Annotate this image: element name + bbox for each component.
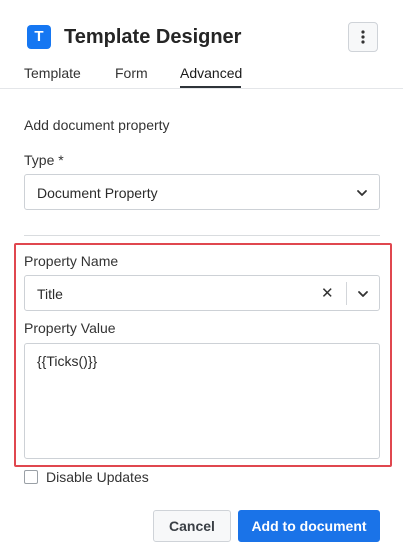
kebab-vertical-icon — [361, 30, 365, 44]
combobox-separator — [346, 282, 347, 305]
type-select-value: Document Property — [37, 185, 158, 201]
header: T Template Designer — [0, 0, 403, 58]
property-value-label: Property Value — [24, 320, 116, 336]
cancel-button[interactable]: Cancel — [153, 510, 231, 542]
property-value-text: {{Ticks()}} — [37, 353, 98, 369]
tab-advanced[interactable]: Advanced — [180, 64, 242, 82]
tab-bar: Template Form Advanced — [0, 58, 403, 89]
property-name-label: Property Name — [24, 253, 119, 269]
tab-template[interactable]: Template — [24, 64, 81, 82]
add-to-document-button[interactable]: Add to document — [238, 510, 380, 542]
chevron-down-icon — [357, 190, 367, 196]
property-name-value: Title — [37, 286, 63, 302]
chevron-down-icon[interactable] — [357, 288, 369, 300]
tab-form[interactable]: Form — [115, 64, 148, 82]
type-label: Type * — [24, 152, 64, 168]
clear-icon[interactable]: ✕ — [321, 285, 334, 303]
type-select[interactable]: Document Property — [24, 174, 380, 210]
section-title: Add document property — [24, 117, 170, 133]
property-value-textarea[interactable]: {{Ticks()}} — [24, 343, 380, 459]
disable-updates-checkbox[interactable] — [24, 470, 38, 484]
section-divider — [24, 235, 380, 236]
app-title: Template Designer — [64, 26, 242, 48]
app-logo: T — [27, 25, 51, 49]
disable-updates-label[interactable]: Disable Updates — [46, 468, 149, 486]
property-name-combobox[interactable]: Title ✕ — [24, 275, 380, 311]
tabs-divider — [0, 88, 403, 89]
more-options-button[interactable] — [348, 22, 378, 52]
